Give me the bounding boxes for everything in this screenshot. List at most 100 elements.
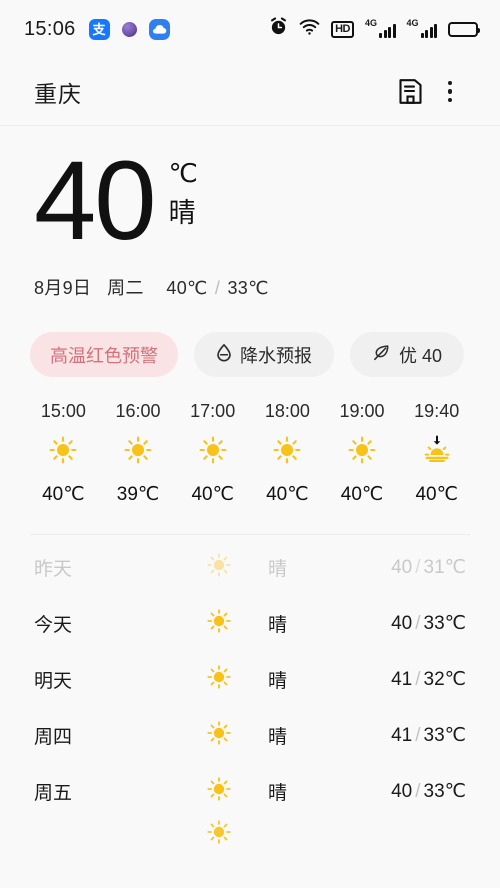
network-type-label-1: 4G — [365, 18, 378, 28]
daily-forecast-list: 昨天 晴 40/31℃ 今天 晴 40 / 33℃ 明天 晴 41 / 32℃ … — [0, 535, 500, 849]
alarm-icon — [269, 17, 288, 41]
daily-condition-icon — [184, 608, 254, 639]
daily-condition-label: 晴 — [268, 726, 288, 748]
current-temperature-row: 40 ℃ 晴 — [34, 138, 466, 263]
daily-high: 40 — [391, 780, 413, 802]
today-high: 40℃ — [166, 278, 208, 299]
sun-icon — [206, 819, 232, 849]
signal-bars-sim2-icon: 4G — [406, 18, 437, 38]
current-temperature: 40 — [34, 138, 157, 263]
sun-icon — [206, 664, 232, 695]
sun-icon — [48, 435, 78, 470]
hourly-temperature: 40℃ — [340, 484, 384, 506]
daily-row-thursday[interactable]: 周四 晴 41/33℃ — [34, 707, 466, 763]
hourly-time: 15:00 — [40, 401, 86, 422]
alipay-icon: 支 — [88, 18, 110, 40]
daily-range-separator: / — [415, 612, 421, 634]
daily-range-separator: / — [415, 556, 421, 578]
daily-range-separator: / — [415, 780, 421, 802]
daily-low: 32℃ — [423, 668, 466, 690]
daily-range-separator: / — [415, 668, 421, 690]
battery-icon — [448, 21, 480, 37]
chip-warning-label: 高温红色预警 — [50, 345, 158, 366]
daily-condition-label: 晴 — [268, 670, 288, 692]
daily-row-tomorrow[interactable]: 明天 晴 41/32℃ — [34, 651, 466, 707]
today-low: 33℃ — [227, 278, 269, 299]
daily-range-separator: / — [415, 724, 421, 746]
daily-condition-icon — [184, 819, 254, 849]
daily-temperature-range: 41/32℃ — [391, 668, 466, 691]
daily-day-label: 今天 — [34, 614, 73, 636]
sunset-icon — [422, 435, 452, 470]
sun-icon — [198, 435, 228, 470]
hourly-time: 17:00 — [190, 401, 236, 422]
sun-icon — [206, 552, 232, 583]
chip-air-quality[interactable]: 优 40 — [350, 332, 465, 378]
sun-icon — [206, 720, 232, 751]
daily-condition-label: 晴 — [268, 558, 288, 580]
hourly-item: 18:00 40℃ — [250, 401, 325, 506]
more-options-icon[interactable] — [430, 72, 470, 112]
city-list-icon[interactable] — [390, 72, 430, 112]
hourly-time: 16:00 — [115, 401, 161, 422]
purple-dot-icon — [119, 19, 140, 40]
sun-icon — [206, 776, 232, 807]
daily-temperature-range: 41/33℃ — [391, 724, 466, 747]
info-chip-row: 高温红色预警 降水预报 优 40 — [0, 300, 500, 378]
range-separator: / — [214, 278, 221, 299]
network-type-label-2: 4G — [406, 18, 419, 28]
hourly-temperature: 40℃ — [266, 484, 309, 506]
current-condition: 晴 — [168, 198, 196, 228]
status-clock: 15:06 — [24, 17, 76, 40]
daily-day-label: 周五 — [34, 782, 73, 804]
daily-low: 33℃ — [423, 780, 466, 802]
chip-precipitation-label: 降水预报 — [240, 345, 312, 366]
daily-day-label: 昨天 — [34, 558, 73, 580]
daily-temperature-range: 40/33℃ — [391, 612, 466, 635]
daily-condition-icon — [184, 552, 254, 583]
signal-bars-sim1-icon: 4G — [365, 18, 396, 38]
daily-high: 41 — [391, 724, 413, 746]
hourly-item: 16:00 39℃ — [101, 401, 176, 506]
hd-voice-icon: HD — [331, 20, 354, 38]
daily-temperature-range: 40/31℃ — [391, 556, 466, 579]
daily-high: 41 — [391, 668, 413, 690]
wifi-icon — [299, 18, 320, 40]
daily-high: 40 — [391, 556, 413, 578]
daily-row-today[interactable]: 今天 晴 40/33℃ — [34, 595, 466, 651]
daily-condition-icon — [184, 776, 254, 807]
date-and-range: 8月9日 周二 40℃ / 33℃ — [34, 274, 466, 300]
hourly-item: 19:00 40℃ — [325, 401, 400, 506]
status-bar-left: 15:06 支 — [24, 18, 170, 41]
chip-precipitation-forecast[interactable]: 降水预报 — [194, 332, 334, 378]
hourly-temperature: 40℃ — [42, 484, 85, 506]
temperature-side-info: ℃ 晴 — [169, 148, 198, 227]
current-weekday: 周二 — [107, 278, 144, 299]
sun-icon — [206, 608, 232, 639]
cloud-app-icon — [148, 18, 170, 40]
alipay-glyph: 支 — [92, 21, 106, 37]
hourly-time: 19:40 — [414, 401, 460, 422]
daily-row-partial[interactable] — [34, 819, 466, 849]
sun-icon — [272, 435, 302, 470]
daily-high: 40 — [391, 612, 413, 634]
status-bar-right: HD 4G 4G — [269, 17, 480, 41]
daily-temperature-range: 40/33℃ — [391, 780, 466, 803]
daily-row-friday[interactable]: 周五 晴 40/33℃ — [34, 763, 466, 819]
temperature-unit: ℃ — [168, 158, 198, 188]
daily-low: 33℃ — [423, 724, 466, 746]
chip-air-quality-label: 优 40 — [399, 345, 443, 366]
hourly-forecast[interactable]: 15:00 40℃ 16:00 39℃ 17:00 40℃ 18:00 40℃ … — [0, 377, 500, 506]
current-date: 8月9日 — [34, 278, 92, 299]
leaf-icon — [372, 343, 391, 367]
daily-condition-label: 晴 — [268, 782, 288, 804]
hourly-temperature: 40℃ — [191, 484, 234, 506]
daily-day-label: 明天 — [34, 670, 73, 692]
status-bar: 15:06 支 HD 4G 4G — [0, 0, 500, 58]
daily-day-label: 周四 — [34, 726, 73, 748]
chip-high-temp-warning[interactable]: 高温红色预警 — [30, 332, 178, 378]
daily-low: 33℃ — [423, 612, 466, 634]
daily-condition-icon — [184, 664, 254, 695]
daily-row-yesterday[interactable]: 昨天 晴 40/31℃ — [34, 539, 466, 595]
page-title: 重庆 — [34, 80, 82, 107]
